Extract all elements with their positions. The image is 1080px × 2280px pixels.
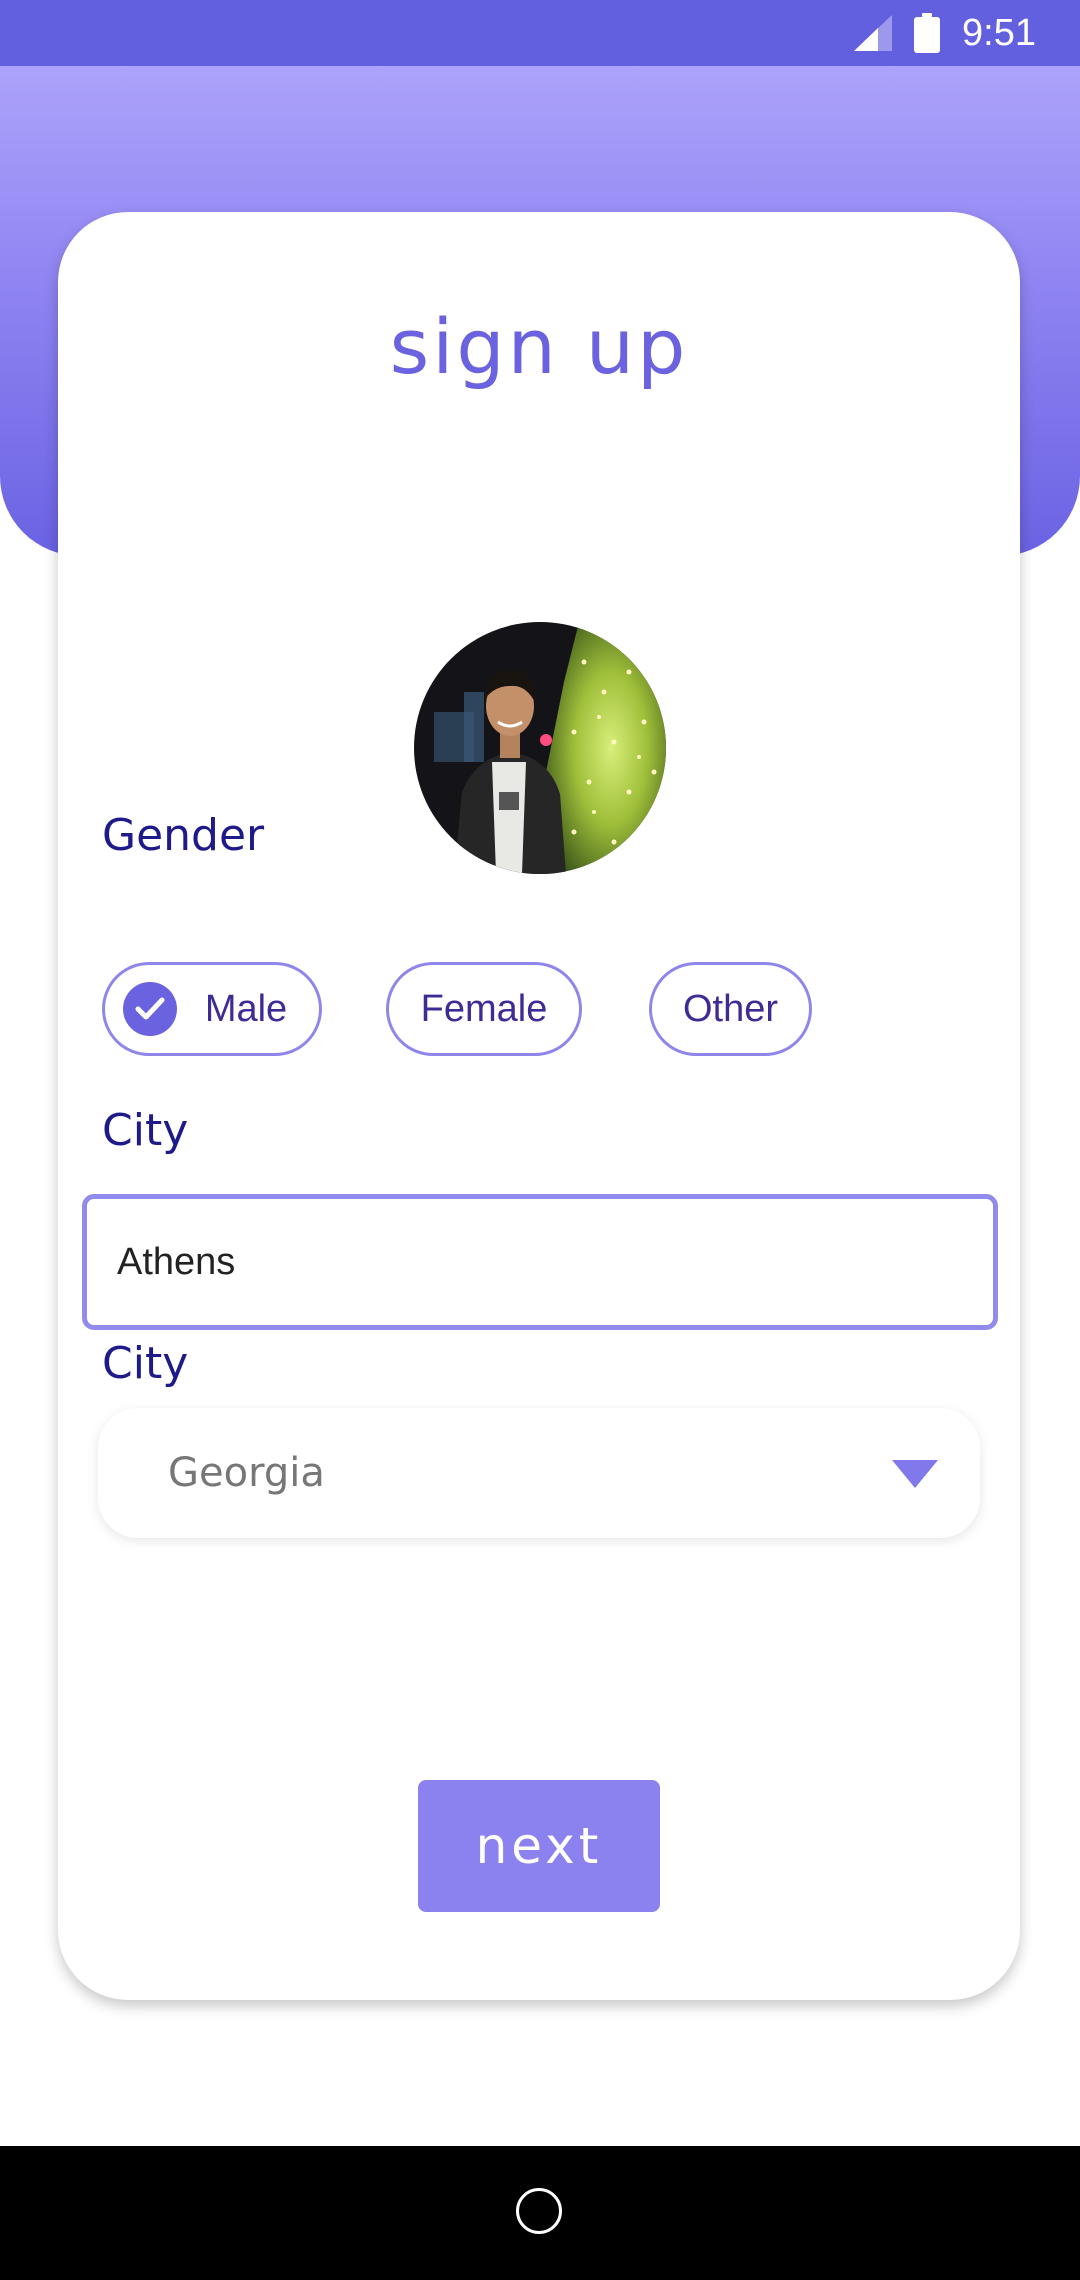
gender-label: Gender [102, 810, 265, 861]
gender-chip-label: Male [204, 987, 288, 1030]
state-selected-value: Georgia [168, 1450, 325, 1496]
battery-full-icon [914, 13, 941, 53]
navigation-bar [0, 2146, 1080, 2280]
check-icon [122, 982, 177, 1036]
gender-chip-male[interactable]: Male [102, 962, 322, 1056]
dropdown-arrow-icon [892, 1460, 938, 1488]
gender-chip-other[interactable]: Other [649, 962, 812, 1056]
next-button[interactable]: next [418, 1780, 660, 1912]
gender-chip-label: Female [420, 987, 548, 1030]
gender-chip-label: Other [682, 987, 779, 1030]
city-label: City [102, 1105, 189, 1156]
cellular-signal-icon [854, 15, 893, 51]
status-time: 9:51 [962, 11, 1036, 54]
home-button-icon[interactable] [516, 2188, 562, 2234]
status-bar: 9:51 [0, 0, 1080, 66]
gender-chip-female[interactable]: Female [386, 962, 582, 1056]
status-icons: 9:51 [854, 0, 1036, 66]
state-dropdown[interactable]: Georgia [98, 1408, 980, 1538]
avatar[interactable] [414, 622, 666, 874]
city-input[interactable] [82, 1194, 998, 1330]
signup-screen: 9:51 sign up Gender Male Female Other Ci… [0, 0, 1080, 2280]
page-title: sign up [389, 302, 689, 391]
profile-photo [414, 622, 666, 874]
signup-card: sign up Gender Male Female Other City Ci… [58, 212, 1020, 2000]
city-label: City [102, 1338, 189, 1389]
